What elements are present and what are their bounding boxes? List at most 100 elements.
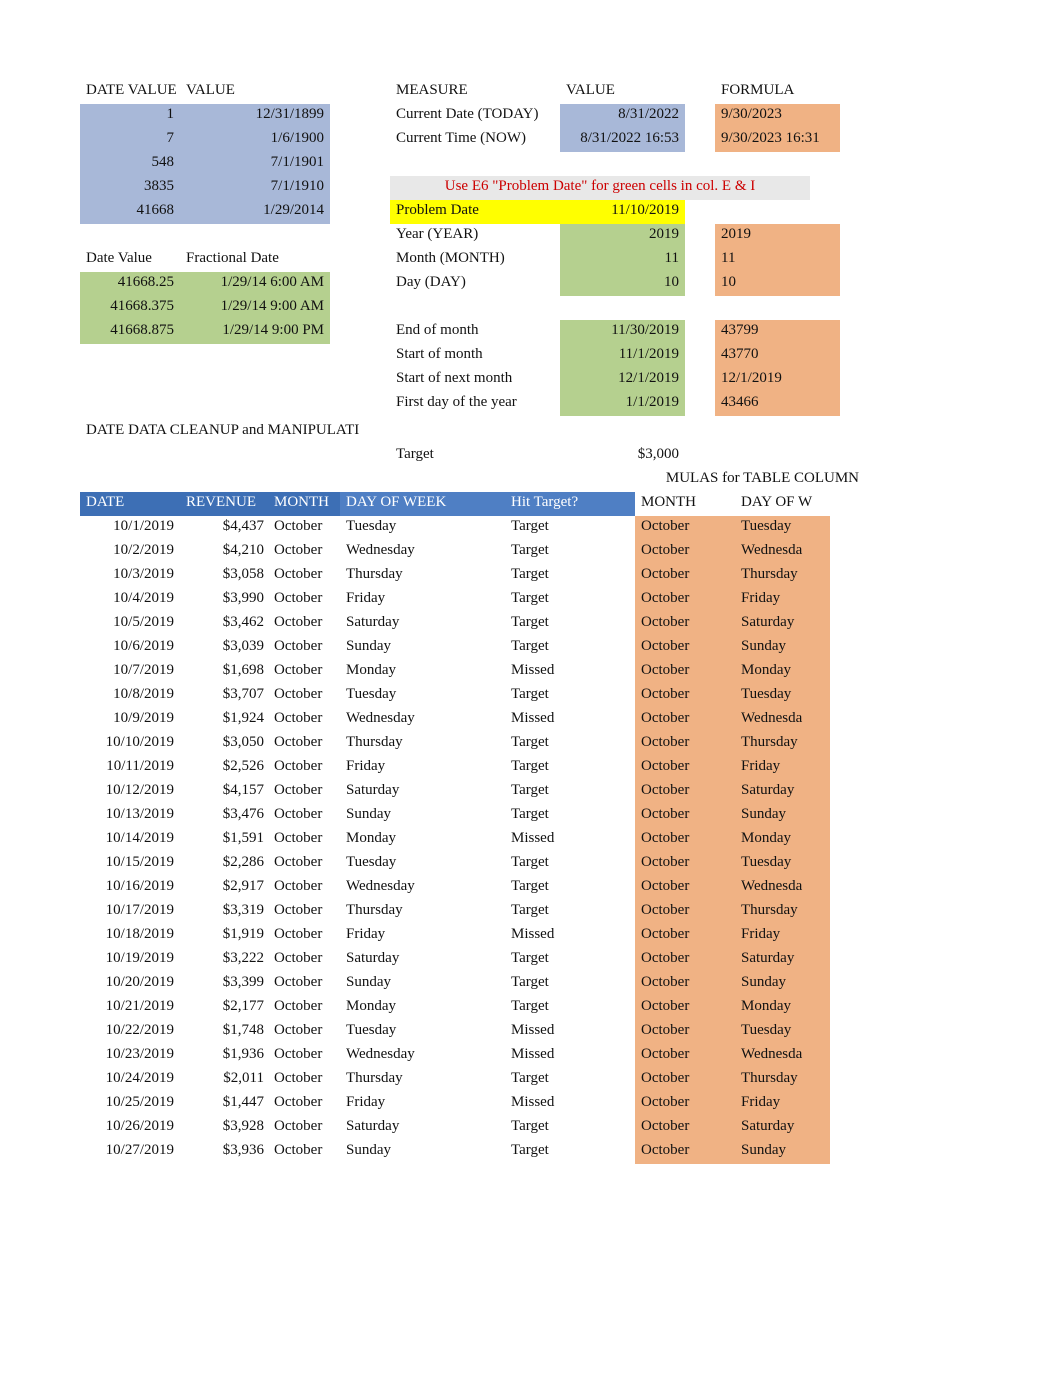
cell-dow[interactable]: Wednesday (340, 1044, 505, 1068)
cell-month2[interactable]: October (635, 1020, 735, 1044)
cell-revenue[interactable]: $4,157 (180, 780, 270, 804)
cell-month2[interactable]: October (635, 780, 735, 804)
cell-dow2[interactable]: Sunday (735, 804, 830, 828)
cell-dow2[interactable]: Sunday (735, 972, 830, 996)
cell-month2[interactable]: October (635, 564, 735, 588)
cell[interactable]: 7 (80, 128, 180, 152)
cell-date[interactable]: 10/22/2019 (80, 1020, 180, 1044)
cell-date[interactable]: 10/25/2019 (80, 1092, 180, 1116)
cell-dow[interactable]: Thursday (340, 732, 505, 756)
cell[interactable]: 43770 (715, 344, 840, 368)
cell-dow2[interactable]: Monday (735, 660, 830, 684)
cell-dow2[interactable]: Tuesday (735, 516, 830, 540)
cell-dow2[interactable]: Friday (735, 756, 830, 780)
cell-hit[interactable]: Target (505, 756, 635, 780)
cell-month[interactable]: October (270, 876, 340, 900)
cell-dow[interactable]: Tuesday (340, 516, 505, 540)
cell-month[interactable]: October (270, 612, 340, 636)
cell[interactable]: 12/31/1899 (180, 104, 330, 128)
cell-hit[interactable]: Missed (505, 708, 635, 732)
cell-dow2[interactable]: Saturday (735, 780, 830, 804)
cell-dow[interactable]: Wednesday (340, 540, 505, 564)
cell[interactable]: 41668 (80, 200, 180, 224)
cell-dow[interactable]: Tuesday (340, 1020, 505, 1044)
cell-month2[interactable]: October (635, 972, 735, 996)
cell-month[interactable]: October (270, 708, 340, 732)
cell[interactable]: 11/30/2019 (560, 320, 685, 344)
cell[interactable]: 7/1/1910 (180, 176, 330, 200)
cell-month[interactable]: October (270, 1116, 340, 1140)
cell[interactable]: Current Date (TODAY) (390, 104, 560, 128)
cell-month2[interactable]: October (635, 516, 735, 540)
cell-month[interactable]: October (270, 900, 340, 924)
cell-hit[interactable]: Target (505, 732, 635, 756)
cell-month2[interactable]: October (635, 948, 735, 972)
cell-month2[interactable]: October (635, 1044, 735, 1068)
cell-dow[interactable]: Wednesday (340, 876, 505, 900)
cell-month[interactable]: October (270, 1140, 340, 1164)
cell-revenue[interactable]: $3,990 (180, 588, 270, 612)
cell[interactable]: 1/29/14 6:00 AM (180, 272, 330, 296)
cell-date[interactable]: 10/17/2019 (80, 900, 180, 924)
cell-date[interactable]: 10/19/2019 (80, 948, 180, 972)
problem-date-label[interactable]: Problem Date (390, 200, 560, 224)
target-value[interactable]: $3,000 (560, 444, 685, 468)
cell[interactable]: Start of month (390, 344, 560, 368)
cell-month[interactable]: October (270, 1068, 340, 1092)
cell-date[interactable]: 10/23/2019 (80, 1044, 180, 1068)
cell-dow[interactable]: Friday (340, 1092, 505, 1116)
cell-dow2[interactable]: Monday (735, 828, 830, 852)
cell-month2[interactable]: October (635, 660, 735, 684)
cell-revenue[interactable]: $3,319 (180, 900, 270, 924)
cell-hit[interactable]: Missed (505, 660, 635, 684)
cell-revenue[interactable]: $1,698 (180, 660, 270, 684)
cell-hit[interactable]: Target (505, 1068, 635, 1092)
cell[interactable]: 2019 (715, 224, 840, 248)
cell-revenue[interactable]: $2,526 (180, 756, 270, 780)
cell-revenue[interactable]: $3,039 (180, 636, 270, 660)
cell-hit[interactable]: Missed (505, 924, 635, 948)
cell-date[interactable]: 10/9/2019 (80, 708, 180, 732)
cell[interactable]: 11/1/2019 (560, 344, 685, 368)
cell[interactable]: Start of next month (390, 368, 560, 392)
cell-hit[interactable]: Target (505, 996, 635, 1020)
cell-month2[interactable]: October (635, 756, 735, 780)
cell-date[interactable]: 10/18/2019 (80, 924, 180, 948)
cell-month2[interactable]: October (635, 732, 735, 756)
problem-date-value[interactable]: 11/10/2019 (560, 200, 685, 224)
cell-month2[interactable]: October (635, 828, 735, 852)
cell-revenue[interactable]: $3,399 (180, 972, 270, 996)
cell-revenue[interactable]: $3,050 (180, 732, 270, 756)
cell-hit[interactable]: Target (505, 684, 635, 708)
cell[interactable]: 41668.375 (80, 296, 180, 320)
cell-month2[interactable]: October (635, 804, 735, 828)
cell-dow2[interactable]: Sunday (735, 636, 830, 660)
cell-dow[interactable]: Monday (340, 828, 505, 852)
cell-month2[interactable]: October (635, 540, 735, 564)
cell-month[interactable]: October (270, 1092, 340, 1116)
th-revenue[interactable]: REVENUE (180, 492, 270, 516)
cell-dow[interactable]: Tuesday (340, 684, 505, 708)
cell-revenue[interactable]: $1,924 (180, 708, 270, 732)
cell[interactable]: 12/1/2019 (560, 368, 685, 392)
cell-dow[interactable]: Thursday (340, 900, 505, 924)
cell-month2[interactable]: October (635, 924, 735, 948)
cell-month[interactable]: October (270, 852, 340, 876)
cell-date[interactable]: 10/10/2019 (80, 732, 180, 756)
cell-month2[interactable]: October (635, 588, 735, 612)
cell-dow[interactable]: Friday (340, 924, 505, 948)
cell-revenue[interactable]: $2,917 (180, 876, 270, 900)
cell-revenue[interactable]: $1,919 (180, 924, 270, 948)
cell-month[interactable]: October (270, 948, 340, 972)
cell-revenue[interactable]: $3,058 (180, 564, 270, 588)
cell[interactable]: 1/1/2019 (560, 392, 685, 416)
cell-dow[interactable]: Saturday (340, 1116, 505, 1140)
cell-month[interactable]: October (270, 828, 340, 852)
cell-dow2[interactable]: Tuesday (735, 684, 830, 708)
cell-dow2[interactable]: Wednesda (735, 540, 830, 564)
cell-month[interactable]: October (270, 1020, 340, 1044)
cell-revenue[interactable]: $3,936 (180, 1140, 270, 1164)
cell-hit[interactable]: Target (505, 516, 635, 540)
cell-hit[interactable]: Target (505, 1116, 635, 1140)
cell-month2[interactable]: October (635, 1092, 735, 1116)
